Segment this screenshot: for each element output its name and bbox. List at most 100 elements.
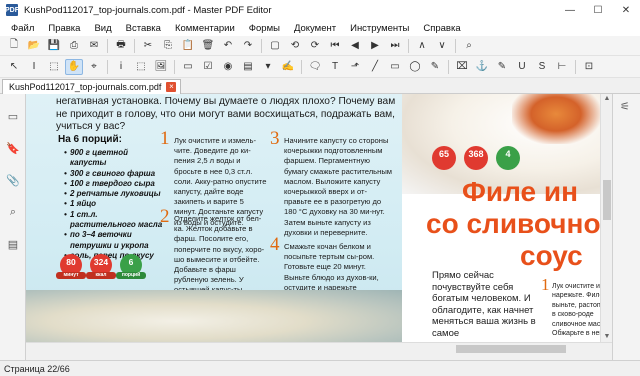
edit-text-icon[interactable]: Ꭵ — [112, 59, 130, 75]
next-page-icon[interactable]: ▶ — [366, 38, 384, 54]
ingredients-title: На 6 порций: — [58, 134, 122, 145]
select-area-icon[interactable]: ⬚ — [45, 59, 63, 75]
tab-close-icon[interactable]: × — [166, 82, 177, 92]
document-tab-label: KushPod112017_top-journals.com.pdf — [9, 82, 162, 92]
document-tab[interactable]: KushPod112017_top-journals.com.pdf × — [2, 79, 182, 94]
edit-object-icon[interactable]: ⬚ — [132, 59, 150, 75]
step-number: 1 — [541, 275, 550, 294]
ingredient-item: по 3–4 веточки петрушки и укропа — [64, 230, 164, 251]
dish-title: Филе ин со сливочно соус — [426, 176, 600, 272]
signature-icon[interactable]: ✍ — [279, 59, 297, 75]
highlight-icon[interactable]: ✎ — [493, 59, 511, 75]
print-icon[interactable]: 🖶 — [112, 38, 130, 54]
measure-icon[interactable]: ⊢ — [553, 59, 571, 75]
bookmarks-icon[interactable]: 🔖 — [5, 140, 21, 156]
checkbox-icon[interactable]: ☑ — [199, 59, 217, 75]
rotate-right-icon[interactable]: ⟳ — [306, 38, 324, 54]
save-icon[interactable]: 💾 — [45, 38, 63, 54]
first-page-icon[interactable]: ⏮ — [326, 38, 344, 54]
delete-icon[interactable]: 🗑 — [199, 38, 217, 54]
menu-tools[interactable]: Инструменты — [343, 23, 416, 34]
vertical-scrollbar[interactable]: ▲ ▼ — [600, 94, 612, 342]
menu-comments[interactable]: Комментарии — [168, 23, 242, 34]
vertical-scroll-thumb[interactable] — [603, 180, 611, 220]
rotate-left-icon[interactable]: ⟲ — [286, 38, 304, 54]
properties-icon[interactable]: ⚟ — [620, 100, 630, 113]
pdf-page-spread: негативная установка. Почему вы думаете … — [26, 94, 600, 342]
search-icon[interactable]: ⌕ — [460, 38, 478, 54]
scan-icon[interactable]: ⎙ — [65, 38, 83, 54]
menu-document[interactable]: Документ — [287, 23, 343, 34]
recipe-step-3: 3 Начините капусту со стороны кочерыжки … — [270, 129, 392, 238]
listbox-icon[interactable]: ▤ — [239, 59, 257, 75]
attach-icon[interactable]: ⚓ — [473, 59, 491, 75]
undo-icon[interactable]: ↶ — [219, 38, 237, 54]
chevron-down-icon[interactable]: ∨ — [433, 38, 451, 54]
menu-help[interactable]: Справка — [416, 23, 467, 34]
note-icon[interactable]: 🗨 — [306, 59, 324, 75]
form-field-icon[interactable]: ▭ — [179, 59, 197, 75]
horizontal-scrollbar[interactable] — [26, 342, 612, 354]
combo-icon[interactable]: ▾ — [259, 59, 277, 75]
time-badge: 80 минут — [56, 254, 86, 279]
cut-icon[interactable]: ✂ — [139, 38, 157, 54]
redo-icon[interactable]: ↷ — [239, 38, 257, 54]
radio-icon[interactable]: ◉ — [219, 59, 237, 75]
ellipse-icon[interactable]: ◯ — [406, 59, 424, 75]
menu-insert[interactable]: Вставка — [119, 23, 168, 34]
right-intro-paragraph: Прямо сейчас почувствуйте себя богатым ч… — [432, 270, 536, 339]
right-page: 65 368 4 Филе ин со сливочно соус Прямо … — [402, 94, 600, 342]
prev-page-icon[interactable]: ◀ — [346, 38, 364, 54]
menu-file[interactable]: Файл — [4, 23, 41, 34]
layers-icon[interactable]: ▤ — [5, 236, 21, 252]
step-text: Лук очистите и нарежьте. Филе выньте, ра… — [552, 283, 600, 338]
image-icon[interactable]: 🖼 — [152, 59, 170, 75]
text-cursor-icon[interactable]: I — [25, 59, 43, 75]
email-icon[interactable]: ✉ — [85, 38, 103, 54]
menu-view[interactable]: Вид — [87, 23, 118, 34]
hand-icon[interactable]: ✋ — [65, 58, 83, 75]
last-page-icon[interactable]: ⏭ — [386, 38, 404, 54]
zoom-area-icon[interactable]: ⌖ — [85, 59, 103, 75]
stamp-icon[interactable]: ⌧ — [453, 59, 471, 75]
dish-photo — [512, 94, 600, 144]
ingredient-item: 1 яйцо — [64, 199, 164, 210]
attachments-icon[interactable]: 📎 — [5, 172, 21, 188]
pages-thumbnails-icon[interactable]: ▭ — [5, 108, 21, 124]
text-box-icon[interactable]: T — [326, 59, 344, 75]
dish-title-line: со сливочно — [426, 208, 600, 239]
minimize-button[interactable]: — — [556, 0, 584, 20]
toolbar-separator — [174, 59, 175, 74]
paste-icon[interactable]: 📋 — [179, 38, 197, 54]
toolbar-separator — [134, 38, 135, 53]
line-icon[interactable]: ╱ — [366, 59, 384, 75]
menu-forms[interactable]: Формы — [242, 23, 287, 34]
search-panel-icon[interactable]: ⌕ — [5, 204, 21, 220]
tab-bar: KushPod112017_top-journals.com.pdf × — [0, 78, 640, 94]
rectangle-icon[interactable]: ▭ — [386, 59, 404, 75]
callout-icon[interactable]: ⬏ — [346, 59, 364, 75]
select-arrow-icon[interactable]: ↖ — [5, 59, 23, 75]
ingredient-item: 1 ст.л. растительного масла — [64, 210, 164, 231]
strikeout-icon[interactable]: S — [533, 59, 551, 75]
underline-icon[interactable]: U — [513, 59, 531, 75]
close-button[interactable]: ✕ — [612, 0, 640, 20]
page-indicator: Страница 22/66 — [4, 363, 70, 374]
toolbar-separator — [455, 38, 456, 53]
page-icon[interactable]: ▢ — [266, 38, 284, 54]
maximize-button[interactable]: ☐ — [584, 0, 612, 20]
menu-edit[interactable]: Правка — [41, 23, 87, 34]
pencil-icon[interactable]: ✎ — [426, 59, 444, 75]
toolbar-separator — [408, 38, 409, 53]
open-icon[interactable]: 📂 — [25, 38, 43, 54]
copy-icon[interactable]: ⎘ — [159, 38, 177, 54]
document-viewport[interactable]: негативная установка. Почему вы думаете … — [26, 94, 600, 342]
horizontal-scroll-thumb[interactable] — [456, 345, 566, 353]
toolbar-separator — [301, 59, 302, 74]
chevron-up-icon[interactable]: ∧ — [413, 38, 431, 54]
fit-page-icon[interactable]: ⊡ — [580, 59, 598, 75]
new-icon[interactable]: 🗋 — [5, 38, 23, 54]
food-photo — [26, 290, 402, 342]
ingredient-item: 900 г цветной капусты — [64, 148, 164, 169]
portions-badge: 6 порций — [116, 254, 146, 279]
